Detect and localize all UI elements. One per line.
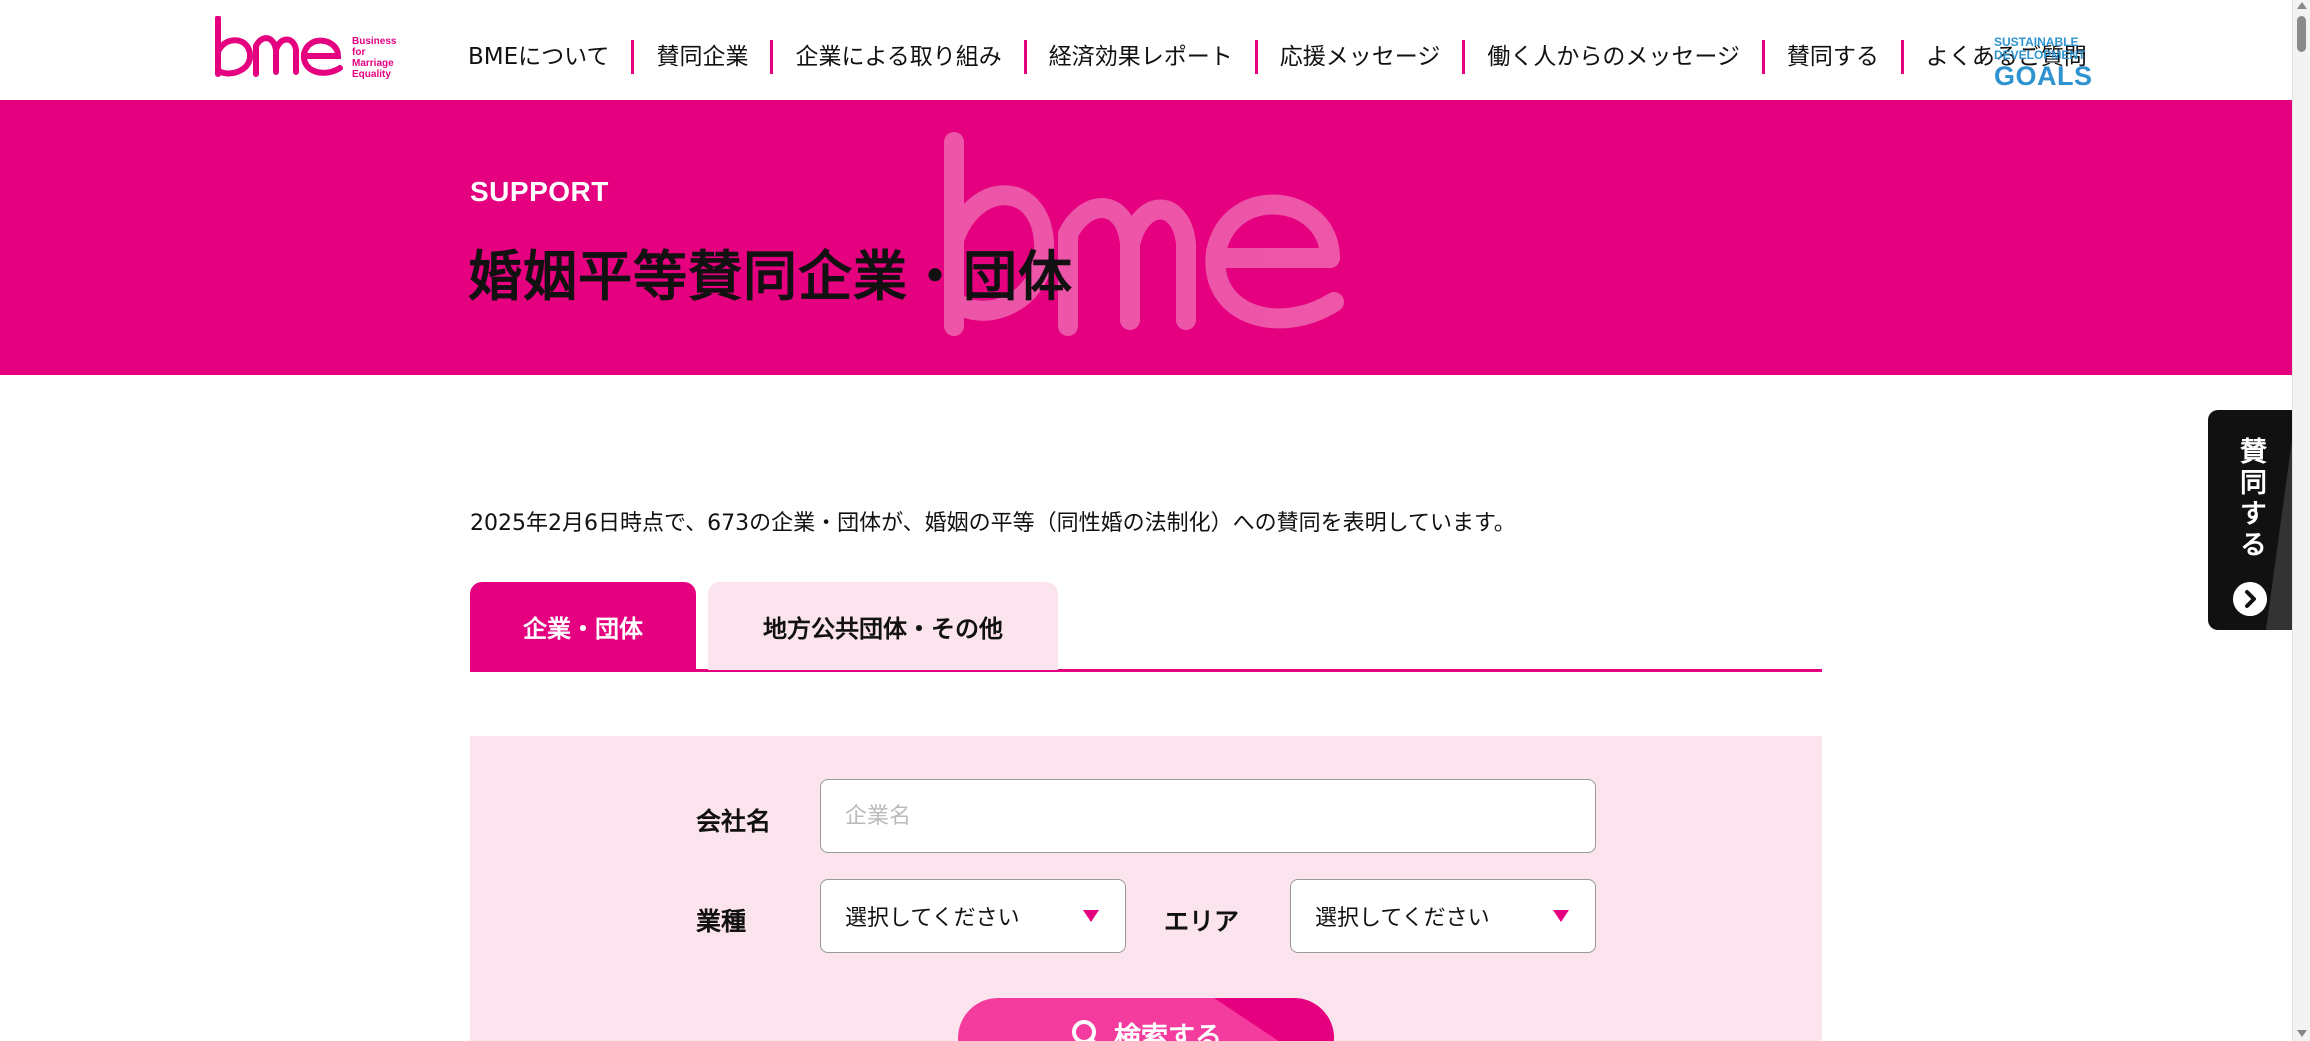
area-label: エリア bbox=[1164, 907, 1240, 936]
search-panel: 会社名 業種 選択してください エリア 選択してください 検索する bbox=[470, 736, 1822, 1041]
side-support-button[interactable]: 賛同する bbox=[2208, 410, 2292, 630]
sdgs-logo[interactable]: SUSTAINABLE DEVELOPMENT GOALS bbox=[1994, 36, 2093, 91]
logo-tagline: Business for Marriage Equality bbox=[352, 36, 396, 80]
logo-tagline-line: Equality bbox=[352, 69, 391, 80]
industry-label: 業種 bbox=[696, 907, 747, 936]
nav-economic-report[interactable]: 経済効果レポート bbox=[1027, 40, 1255, 74]
logo-tagline-line: for bbox=[352, 47, 366, 58]
nav-about[interactable]: BMEについて bbox=[460, 40, 631, 74]
industry-select-value: 選択してください bbox=[845, 906, 1020, 931]
nav-company-initiatives[interactable]: 企業による取り組み bbox=[773, 40, 1023, 74]
page-title: 婚姻平等賛同企業・団体 bbox=[468, 245, 1073, 308]
logo-tagline-line: Business bbox=[352, 36, 397, 47]
button-accent bbox=[1214, 998, 1334, 1041]
main-nav: BMEについて 賛同企業 企業による取り組み 経済効果レポート 応援メッセージ … bbox=[460, 40, 2109, 74]
nav-support[interactable]: 賛同する bbox=[1765, 40, 1901, 74]
page-scrollbar[interactable] bbox=[2292, 0, 2310, 1041]
logo-tagline-line: Marriage bbox=[352, 58, 394, 69]
company-name-label: 会社名 bbox=[696, 807, 772, 836]
tab-companies[interactable]: 企業・団体 bbox=[470, 582, 696, 670]
industry-select[interactable]: 選択してください bbox=[820, 879, 1126, 953]
hero-banner: SUPPORT 婚姻平等賛同企業・団体 bbox=[0, 100, 2292, 375]
search-button[interactable]: 検索する bbox=[958, 998, 1334, 1041]
bme-logo-mark bbox=[215, 16, 343, 77]
tab-local-governments[interactable]: 地方公共団体・その他 bbox=[708, 582, 1058, 670]
area-select[interactable]: 選択してください bbox=[1290, 879, 1596, 953]
search-icon bbox=[1072, 1020, 1096, 1041]
chevron-right-icon bbox=[2233, 582, 2267, 616]
nav-support-messages[interactable]: 応援メッセージ bbox=[1258, 40, 1463, 74]
sdgs-goals: GOALS bbox=[1994, 61, 2093, 91]
intro-text: 2025年2月6日時点で、673の企業・団体が、婚姻の平等（同性婚の法制化）への… bbox=[470, 511, 1516, 536]
scroll-thumb[interactable] bbox=[2297, 16, 2306, 52]
chevron-down-icon bbox=[1553, 910, 1569, 922]
side-cta-label: 賛同する bbox=[2235, 437, 2266, 561]
site-header: Business for Marriage Equality BMEについて 賛… bbox=[0, 0, 2292, 100]
company-name-input[interactable] bbox=[820, 779, 1596, 853]
search-button-label: 検索する bbox=[1114, 1021, 1222, 1041]
nav-worker-messages[interactable]: 働く人からのメッセージ bbox=[1465, 40, 1762, 74]
bme-logo[interactable]: Business for Marriage Equality bbox=[212, 16, 402, 86]
search-button-content: 検索する bbox=[1070, 1015, 1222, 1041]
chevron-down-icon bbox=[1083, 910, 1099, 922]
category-tabs: 企業・団体 地方公共団体・その他 bbox=[470, 582, 1822, 672]
nav-supporting-companies[interactable]: 賛同企業 bbox=[634, 40, 770, 74]
hero-eyebrow: SUPPORT bbox=[470, 176, 609, 207]
page: Business for Marriage Equality BMEについて 賛… bbox=[0, 0, 2310, 1041]
area-select-value: 選択してください bbox=[1315, 906, 1490, 931]
scroll-up-icon[interactable] bbox=[2297, 2, 2307, 9]
scroll-down-icon[interactable] bbox=[2297, 1030, 2307, 1037]
